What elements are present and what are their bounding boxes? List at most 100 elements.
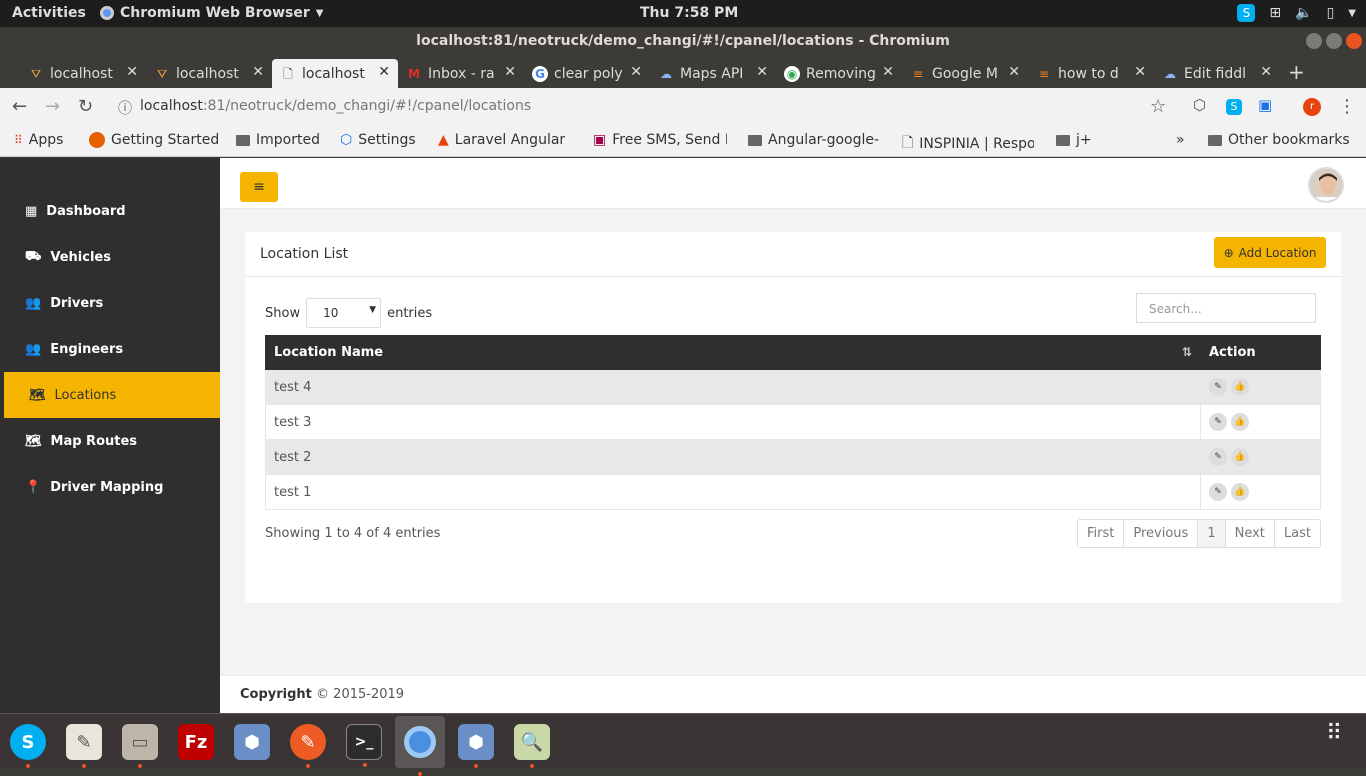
page-1-button[interactable]: 1 (1197, 520, 1225, 547)
forward-icon[interactable]: → (45, 96, 60, 117)
profile-icon[interactable]: r (1303, 98, 1321, 116)
tab-google-m[interactable]: ≡ Google M ✕ (902, 59, 1028, 88)
terminal-launcher-icon[interactable]: >_ (346, 724, 382, 767)
tab-clear-poly[interactable]: Gclear poly ✕ (524, 59, 650, 88)
postman-launcher-icon[interactable]: ✎ (290, 724, 326, 768)
thumbs-up-icon[interactable]: 👍 (1231, 483, 1249, 501)
reload-icon[interactable]: ↻ (78, 96, 93, 117)
text-editor-launcher-icon[interactable]: ✎ (66, 724, 102, 768)
address-bar[interactable]: localhost:81/neotruck/demo_changi/#!/cpa… (140, 98, 531, 114)
tab-localhost-active[interactable]: 🗋 localhost ✕ (272, 59, 398, 88)
thumbs-up-icon[interactable]: 👍 (1231, 413, 1249, 431)
image-viewer-launcher-icon[interactable]: 🔍 (514, 724, 550, 768)
close-tab-icon[interactable]: ✕ (1008, 64, 1020, 80)
thumbs-up-icon[interactable]: 👍 (1231, 448, 1249, 466)
close-tab-icon[interactable]: ✕ (882, 64, 894, 80)
edit-icon[interactable]: ✎ (1209, 448, 1227, 466)
chromium-launcher-icon[interactable] (395, 716, 445, 776)
menu-icon[interactable]: ⋮ (1338, 96, 1356, 117)
tab-localhost-2[interactable]: ⛛ localhost ✕ (146, 59, 272, 88)
menu-toggle-button[interactable]: ≡ (240, 172, 278, 202)
skype-tray-icon[interactable]: S (1237, 4, 1256, 22)
close-tab-icon[interactable]: ✕ (252, 64, 264, 80)
bookmark-inspinia[interactable]: 🗋 INSPINIA | Respo (902, 132, 1034, 156)
system-tray[interactable]: S ⊞ 🔈 ▯ ▼ (1237, 4, 1356, 22)
extension-icon[interactable]: ▣ (1258, 96, 1272, 114)
bookmark-free-sms[interactable]: ▣ Free SMS, Send F (593, 132, 727, 148)
sidebar-item-locations[interactable]: 🗺 Locations (4, 372, 220, 418)
sidebar-item-driver-mapping[interactable]: 📍 Driver Mapping (0, 464, 220, 510)
firefox-icon (89, 132, 105, 148)
star-icon[interactable]: ☆ (1150, 96, 1166, 117)
tab-maps-api[interactable]: ☁ Maps API ✕ (650, 59, 776, 88)
sidebar-item-map-routes[interactable]: 🗺 Map Routes (0, 418, 220, 464)
sidebar-item-engineers[interactable]: 👥 Engineers (0, 326, 220, 372)
page-size-select[interactable]: 10 ▼ (306, 298, 382, 328)
chevron-down-icon[interactable]: ▼ (1348, 8, 1356, 19)
close-window-button[interactable] (1346, 33, 1362, 49)
close-tab-icon[interactable]: ✕ (756, 64, 768, 80)
sidebar-item-dashboard[interactable]: ▦ Dashboard (0, 188, 220, 234)
sidebar-item-label: Drivers (50, 295, 104, 311)
show-applications-icon[interactable]: ⠿ (1326, 723, 1352, 745)
bookmark-getting-started[interactable]: Getting Started (89, 132, 219, 148)
tab-edit-fiddle[interactable]: ☁ Edit fiddl ✕ (1154, 59, 1280, 88)
close-tab-icon[interactable]: ✕ (630, 64, 642, 80)
bookmark-laravel[interactable]: ▲ Laravel Angular (438, 132, 565, 148)
bookmark-other[interactable]: Other bookmarks (1208, 132, 1350, 148)
new-tab-button[interactable]: + (1288, 60, 1305, 84)
tab-inbox[interactable]: M Inbox - ra ✕ (398, 59, 524, 88)
tab-removing[interactable]: ◉ Removing ✕ (776, 59, 902, 88)
close-tab-icon[interactable]: ✕ (504, 64, 516, 80)
search-input[interactable]: Search... (1136, 293, 1316, 323)
more-bookmarks-button[interactable]: » (1176, 132, 1185, 148)
table-row: test 1 ✎ 👍 (265, 474, 1321, 510)
maximize-button[interactable] (1326, 33, 1342, 49)
avatar[interactable] (1308, 167, 1344, 203)
tab-localhost-1[interactable]: ⛛ localhost ✕ (20, 59, 146, 88)
bookmark-angular-google[interactable]: Angular-google- (748, 132, 879, 148)
previous-page-button[interactable]: Previous (1123, 520, 1198, 547)
filezilla-launcher-icon[interactable]: Fz (178, 724, 214, 760)
tab-label: Edit fiddl (1184, 65, 1247, 82)
bookmark-settings[interactable]: ⬡ Settings (340, 132, 416, 148)
virtualbox-launcher-icon[interactable]: ⬢ (458, 724, 494, 768)
skype-launcher-icon[interactable]: S (10, 724, 46, 768)
column-location-name[interactable]: Location Name ⇅ (265, 335, 1201, 370)
files-launcher-icon[interactable]: ▭ (122, 724, 158, 768)
bookmark-j-plus[interactable]: j+ (1056, 132, 1092, 148)
sort-icon[interactable]: ⇅ (1182, 345, 1192, 359)
app-menu[interactable]: Chromium Web Browser ▼ (100, 5, 323, 21)
tab-label: Maps API (680, 65, 744, 82)
close-tab-icon[interactable]: ✕ (1134, 64, 1146, 80)
close-tab-icon[interactable]: ✕ (378, 64, 390, 80)
edit-icon[interactable]: ✎ (1209, 378, 1227, 396)
fiddle-icon: ☁ (1164, 66, 1176, 81)
close-tab-icon[interactable]: ✕ (1260, 64, 1272, 80)
back-icon[interactable]: ← (12, 96, 27, 117)
extension-icon[interactable]: ⬡ (1193, 96, 1206, 114)
skype-extension-icon[interactable]: S (1226, 99, 1242, 115)
network-icon[interactable]: ⊞ (1269, 5, 1281, 21)
clock[interactable]: Thu 7:58 PM (640, 5, 738, 21)
close-tab-icon[interactable]: ✕ (126, 64, 138, 80)
first-page-button[interactable]: First (1078, 520, 1124, 547)
add-location-button[interactable]: ⊕ Add Location (1214, 237, 1326, 268)
activities-button[interactable]: Activities (12, 5, 86, 21)
edit-icon[interactable]: ✎ (1209, 483, 1227, 501)
battery-icon[interactable]: ▯ (1327, 5, 1335, 21)
bookmark-apps[interactable]: ⠿ Apps (14, 132, 63, 148)
edit-icon[interactable]: ✎ (1209, 413, 1227, 431)
tab-how-to[interactable]: ≡ how to d ✕ (1028, 59, 1154, 88)
minimize-button[interactable] (1306, 33, 1322, 49)
sidebar-item-vehicles[interactable]: ⛟ Vehicles (0, 234, 220, 280)
sidebar-item-drivers[interactable]: 👥 Drivers (0, 280, 220, 326)
last-page-button[interactable]: Last (1273, 520, 1320, 547)
sidebar-item-label: Locations (54, 387, 117, 403)
virtualbox-launcher-icon[interactable]: ⬢ (234, 724, 270, 760)
next-page-button[interactable]: Next (1224, 520, 1274, 547)
bookmark-imported[interactable]: Imported (236, 132, 320, 148)
thumbs-up-icon[interactable]: 👍 (1231, 378, 1249, 396)
users-icon: 👥 (25, 295, 42, 311)
volume-icon[interactable]: 🔈 (1295, 5, 1312, 21)
